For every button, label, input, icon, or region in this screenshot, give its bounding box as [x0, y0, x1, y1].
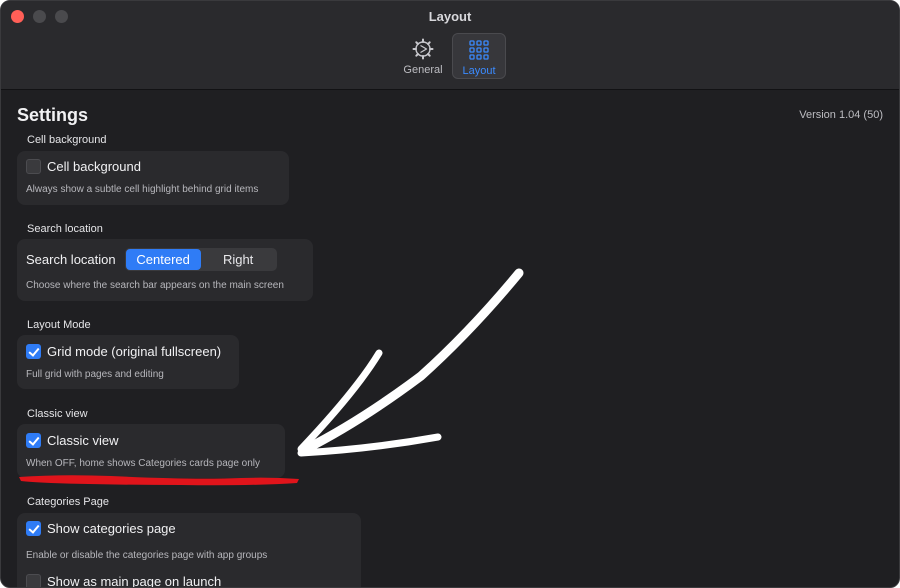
settings-window: Layout General Layout Settings Version 1…	[0, 0, 900, 588]
annotation-arrow	[297, 268, 524, 457]
annotation-overlay	[19, 268, 524, 486]
annotation-red-underline	[19, 475, 299, 486]
